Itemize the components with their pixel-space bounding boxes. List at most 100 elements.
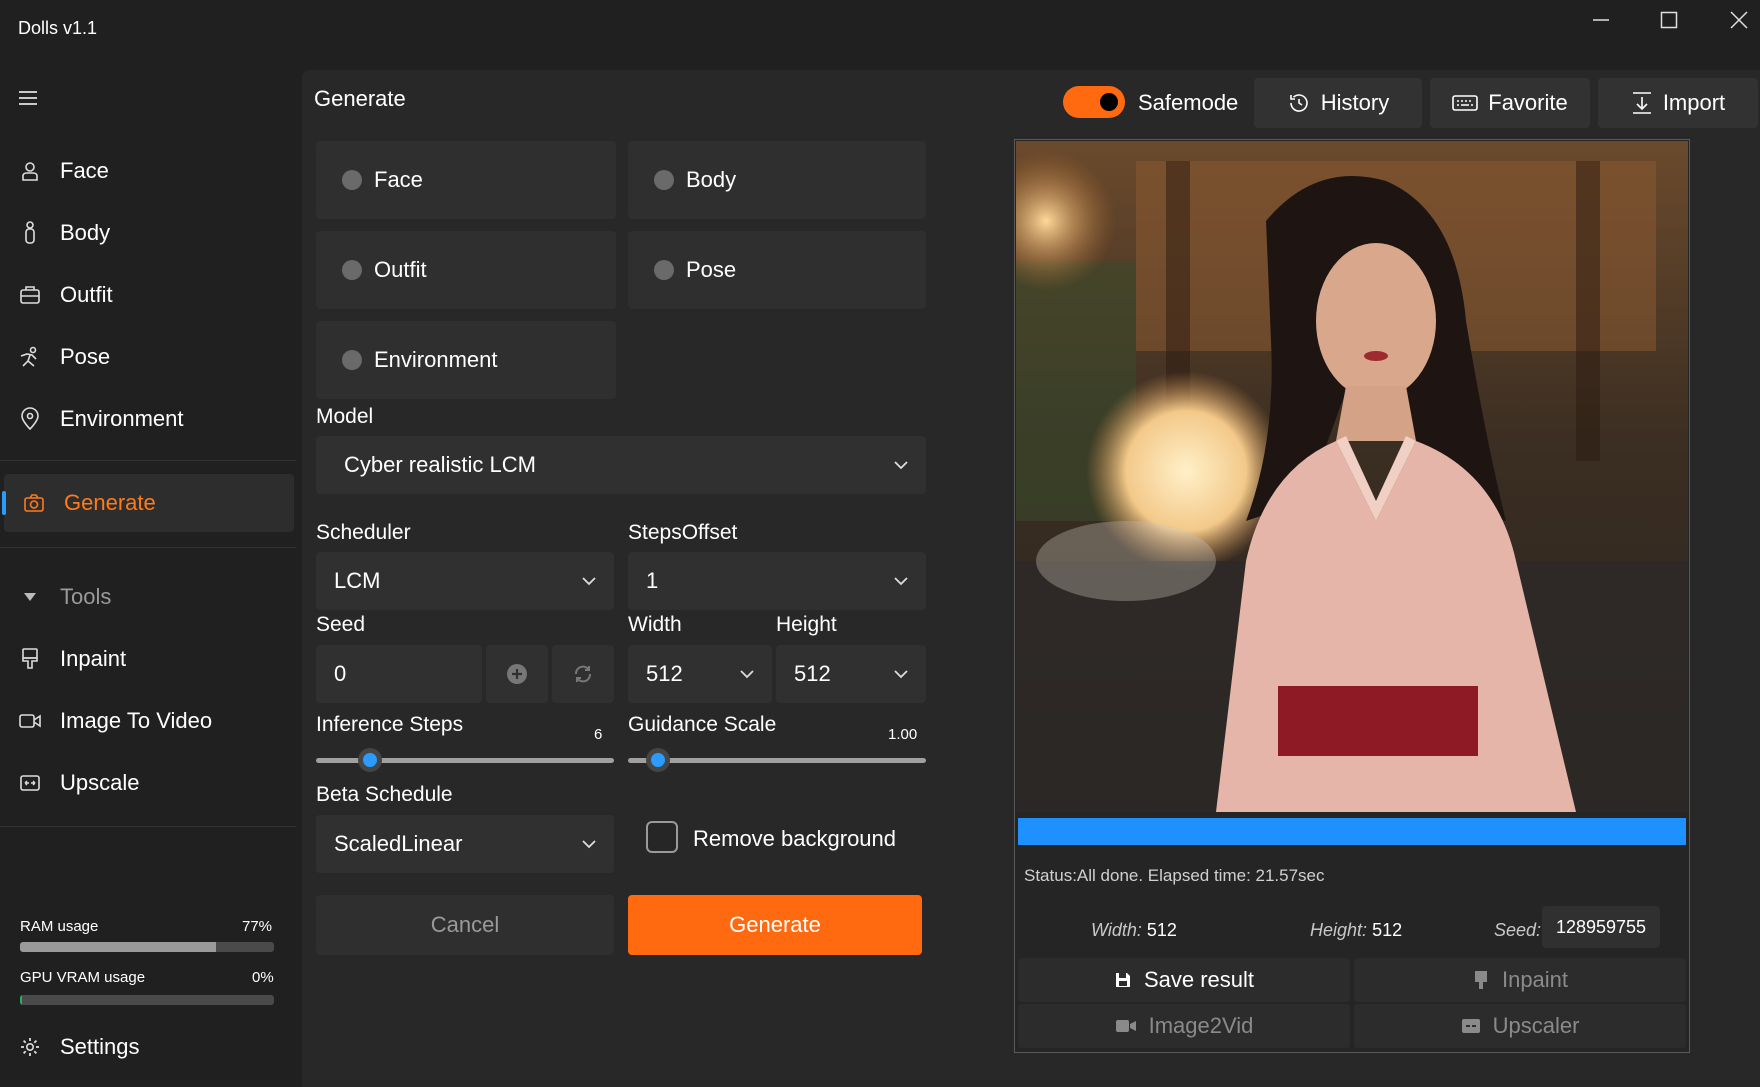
sidebar-item-body[interactable]: Body bbox=[0, 204, 296, 262]
ram-usage-value: 77% bbox=[242, 918, 273, 935]
beta-schedule-value: ScaledLinear bbox=[334, 831, 463, 856]
sidebar-item-outfit[interactable]: Outfit bbox=[0, 266, 296, 324]
height-label: Height bbox=[776, 613, 837, 636]
steps-offset-value: 1 bbox=[646, 568, 659, 593]
brush-icon bbox=[1474, 971, 1487, 989]
gpu-usage-fill bbox=[20, 995, 22, 1005]
save-result-label: Save result bbox=[1143, 967, 1255, 992]
category-label: Face bbox=[374, 167, 423, 192]
result-seed-label-wrap: Seed: bbox=[1494, 920, 1541, 941]
history-label: History bbox=[1320, 90, 1390, 115]
result-width: Width: 512 bbox=[1091, 920, 1177, 941]
steps-offset-select[interactable]: 1 bbox=[628, 552, 926, 610]
brush-icon bbox=[0, 647, 60, 671]
sidebar-item-label: Body bbox=[60, 220, 111, 245]
category-pose[interactable]: Pose bbox=[628, 231, 926, 309]
guidance-scale-slider[interactable] bbox=[628, 758, 926, 763]
width-select[interactable]: 512 bbox=[628, 645, 772, 703]
maximize-button[interactable] bbox=[1638, 0, 1700, 40]
save-result-button[interactable]: Save result bbox=[1018, 958, 1350, 1002]
caret-down-icon bbox=[0, 592, 60, 602]
gpu-usage-label: GPU VRAM usage bbox=[20, 969, 146, 986]
add-seed-button[interactable] bbox=[486, 645, 548, 703]
body-icon bbox=[0, 221, 60, 245]
guidance-scale-thumb[interactable] bbox=[645, 748, 670, 772]
chevron-down-icon bbox=[582, 840, 596, 849]
beta-schedule-select[interactable]: ScaledLinear bbox=[316, 815, 614, 873]
cancel-button[interactable]: Cancel bbox=[316, 895, 614, 955]
height-value: 512 bbox=[794, 661, 831, 686]
safemode-toggle[interactable] bbox=[1063, 86, 1125, 118]
minimize-button[interactable] bbox=[1570, 0, 1632, 40]
gpu-usage-value: 0% bbox=[252, 969, 274, 986]
sidebar-divider bbox=[0, 460, 296, 461]
import-button[interactable]: Import bbox=[1598, 78, 1758, 128]
category-environment[interactable]: Environment bbox=[316, 321, 616, 399]
sidebar-section-tools[interactable]: Tools bbox=[0, 568, 296, 626]
favorite-label: Favorite bbox=[1488, 90, 1568, 115]
inference-steps-thumb[interactable] bbox=[357, 748, 382, 772]
ram-usage-bar bbox=[20, 942, 274, 952]
sidebar-item-pose[interactable]: Pose bbox=[0, 328, 296, 386]
import-icon bbox=[1632, 92, 1651, 114]
sidebar-item-label: Image To Video bbox=[60, 708, 213, 733]
sidebar-item-environment[interactable]: Environment bbox=[0, 390, 296, 448]
keyboard-icon bbox=[1452, 95, 1479, 111]
history-button[interactable]: History bbox=[1254, 78, 1422, 128]
model-select[interactable]: Cyber realistic LCM bbox=[316, 436, 926, 494]
image2vid-button[interactable]: Image2Vid bbox=[1018, 1004, 1350, 1048]
hamburger-menu-button[interactable] bbox=[16, 86, 42, 112]
radio-button[interactable] bbox=[654, 170, 674, 190]
remove-background-label: Remove background bbox=[693, 826, 897, 851]
sidebar-item-inpaint[interactable]: Inpaint bbox=[0, 630, 296, 688]
scheduler-select[interactable]: LCM bbox=[316, 552, 614, 610]
sidebar-item-label: Upscale bbox=[60, 770, 140, 795]
favorite-button[interactable]: Favorite bbox=[1430, 78, 1590, 128]
result-height-value: 512 bbox=[1372, 920, 1403, 940]
sidebar-item-label: Outfit bbox=[60, 282, 113, 307]
result-seed-label: Seed: bbox=[1494, 920, 1542, 940]
inference-steps-label: Inference Steps bbox=[316, 713, 464, 736]
model-value: Cyber realistic LCM bbox=[344, 452, 536, 477]
guidance-scale-value: 1.00 bbox=[888, 726, 918, 743]
radio-button[interactable] bbox=[342, 170, 362, 190]
upscaler-label: Upscaler bbox=[1492, 1013, 1580, 1038]
location-pin-icon bbox=[0, 407, 60, 431]
radio-button[interactable] bbox=[654, 260, 674, 280]
sidebar-divider bbox=[0, 547, 296, 548]
sidebar-item-label: Pose bbox=[60, 344, 111, 369]
scheduler-value: LCM bbox=[334, 568, 381, 593]
category-outfit[interactable]: Outfit bbox=[316, 231, 616, 309]
sidebar-item-generate[interactable]: Generate bbox=[4, 474, 294, 532]
sidebar-item-image-to-video[interactable]: Image To Video bbox=[0, 692, 296, 750]
ram-usage-fill bbox=[20, 942, 216, 952]
status-text: Status:All done. Elapsed time: 21.57sec bbox=[1024, 866, 1325, 885]
inpaint-button[interactable]: Inpaint bbox=[1354, 958, 1686, 1002]
title-bar bbox=[0, 0, 1760, 62]
close-button[interactable] bbox=[1708, 0, 1760, 40]
sidebar-item-label: Generate bbox=[64, 490, 156, 515]
sidebar-item-label: Inpaint bbox=[60, 646, 127, 671]
sidebar-item-label: Settings bbox=[60, 1034, 140, 1059]
upscaler-button[interactable]: Upscaler bbox=[1354, 1004, 1686, 1048]
sidebar-item-face[interactable]: Face bbox=[0, 142, 296, 200]
category-face[interactable]: Face bbox=[316, 141, 616, 219]
video-icon bbox=[0, 712, 60, 730]
import-label: Import bbox=[1662, 90, 1726, 115]
seed-input[interactable]: 0 bbox=[316, 645, 482, 703]
remove-background-checkbox[interactable] bbox=[646, 821, 678, 853]
radio-button[interactable] bbox=[342, 350, 362, 370]
category-body[interactable]: Body bbox=[628, 141, 926, 219]
sidebar-item-label: Environment bbox=[60, 406, 184, 431]
sidebar-item-upscale[interactable]: Upscale bbox=[0, 754, 296, 812]
randomize-seed-button[interactable] bbox=[552, 645, 614, 703]
radio-button[interactable] bbox=[342, 260, 362, 280]
sidebar-item-settings[interactable]: Settings bbox=[0, 1018, 296, 1076]
video-icon bbox=[1115, 1020, 1136, 1032]
close-icon bbox=[1730, 11, 1748, 29]
chevron-down-icon bbox=[740, 670, 754, 679]
result-seed-value[interactable]: 128959755 bbox=[1542, 906, 1660, 948]
generated-image bbox=[1016, 141, 1688, 812]
height-select[interactable]: 512 bbox=[776, 645, 926, 703]
generate-button[interactable]: Generate bbox=[628, 895, 922, 955]
